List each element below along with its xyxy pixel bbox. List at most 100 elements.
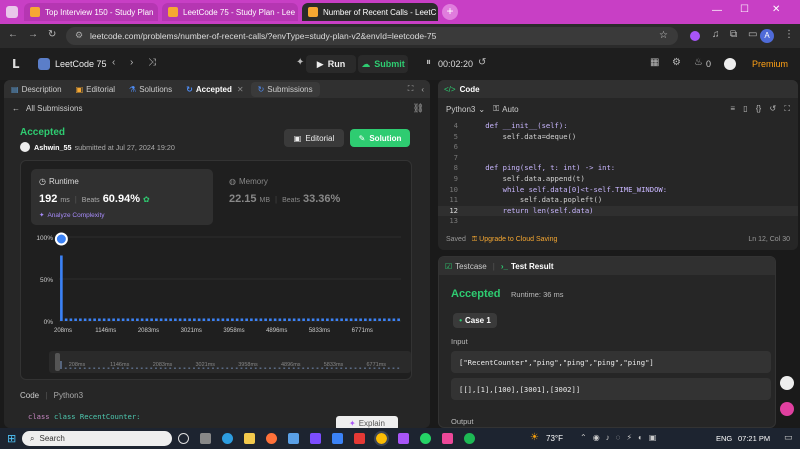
windows-start-icon[interactable]: ⊞ [7,432,16,445]
chart-bar[interactable] [397,318,400,321]
chart-bar[interactable] [136,318,139,321]
chart-bar[interactable] [202,318,206,321]
chart-bar[interactable] [155,318,158,321]
chart-bar[interactable] [117,318,120,321]
extension-icon[interactable] [690,31,700,41]
chart-bar[interactable] [193,318,196,321]
editorial-button[interactable]: ▣ Editorial [284,129,344,147]
expand-icon[interactable]: ⛶ [408,84,414,94]
note-icon[interactable]: ≡ [730,104,735,113]
chrome-icon[interactable] [374,431,389,446]
chart-bar[interactable] [387,318,391,321]
chart-bar[interactable] [112,318,115,321]
chart-bar[interactable] [264,318,267,321]
chart-bar[interactable] [273,318,277,321]
tab-editorial[interactable]: ▣ Editorial [69,80,122,98]
url-field[interactable]: ⚙ leetcode.com/problems/number-of-recent… [66,27,678,45]
code-line[interactable]: 9 self.data.append(t) [438,174,798,185]
all-submissions-link[interactable]: ← All Submissions [12,104,82,113]
chart-bar[interactable] [240,318,244,321]
chart-range-slider[interactable] [49,351,411,373]
layout-icon[interactable]: ▦ [650,57,659,68]
input-language[interactable]: ENG [716,434,732,443]
chart-bar[interactable] [278,318,282,321]
chart-bar[interactable] [60,255,63,321]
app-icon-3[interactable] [398,433,409,444]
notification-icon[interactable]: ▭ [784,432,793,443]
chart-bar[interactable] [340,318,343,321]
chart-bar[interactable] [150,318,153,321]
chart-bar[interactable] [235,318,239,321]
chart-bar[interactable] [126,318,130,321]
code-line[interactable]: 6 [438,142,798,153]
chart-bar[interactable] [245,318,248,321]
chart-bar[interactable] [145,318,149,321]
code-line[interactable]: 11 self.data.popleft() [438,195,798,206]
edge-icon[interactable] [222,433,233,444]
runtime-distribution-chart[interactable]: 100%50%0%208ms 1146ms 2083ms 3021ms 3958ms 48… [21,231,413,379]
memory-card[interactable]: ◍ Memory 22.15 MB | Beats 33.36% [221,169,403,225]
run-button[interactable]: ▶ Run [306,55,356,73]
back-arrow-icon[interactable]: ← [8,29,18,40]
browser-menu-icon[interactable] [6,6,18,18]
code-line[interactable]: 13 [438,216,798,227]
analyze-complexity-link[interactable]: ✦ Analyze Complexity [39,211,105,219]
mail-icon[interactable] [332,433,343,444]
chart-bar[interactable] [335,318,339,321]
chart-bar[interactable] [83,318,87,321]
input-value-2[interactable]: [[],[1],[100],[3001],[3002]] [451,378,771,400]
streak-fire-icon[interactable]: ♨ [694,57,703,68]
chart-range-handle[interactable] [55,353,60,371]
chart-bar[interactable] [197,318,201,321]
close-icon[interactable]: ✕ [436,8,438,17]
code-line[interactable]: 4 def __init__(self): [438,121,798,132]
taskbar-search[interactable]: ⌕ Search [22,431,172,446]
next-problem-icon[interactable]: › [130,57,133,68]
chart-current-marker[interactable] [54,232,68,246]
timer-reset-icon[interactable]: ↺ [478,57,486,68]
copy-link-icon[interactable]: ⛓ [413,103,424,114]
sidebar-icon[interactable]: ▭ [748,29,757,40]
explorer-icon[interactable] [244,433,255,444]
chart-bar[interactable] [231,318,234,321]
chart-bar[interactable] [383,318,386,321]
chart-bar[interactable] [188,318,191,321]
case-1-tab[interactable]: • Case 1 [453,313,497,328]
chart-bar[interactable] [164,318,168,321]
timer-value[interactable]: 00:02:20 [438,59,473,69]
chart-bar[interactable] [64,318,68,321]
tab-submissions[interactable]: ↻ Submissions [250,81,320,97]
spotify-icon[interactable] [464,433,475,444]
chart-bar[interactable] [107,318,111,321]
chart-bar[interactable] [316,318,320,321]
chart-bar[interactable] [131,318,134,321]
whatsapp-icon[interactable] [420,433,431,444]
side-extension-icon-1[interactable] [780,376,794,390]
collapse-icon[interactable]: ‹ [421,85,424,94]
chart-bar[interactable] [368,318,372,321]
profile-avatar[interactable]: A [760,29,774,43]
chart-bar[interactable] [88,318,92,321]
site-info-icon[interactable]: ⚙ [75,30,83,41]
chart-bar[interactable] [212,318,215,321]
premium-link[interactable]: Premium [752,59,788,69]
chart-bar[interactable] [140,318,144,321]
runtime-card[interactable]: ◷ Runtime 192 ms | Beats 60.94% ✿ ✦ Analyz… [31,169,213,225]
chart-bar[interactable] [373,318,377,321]
chart-bar[interactable] [297,318,301,321]
chart-bar[interactable] [354,318,358,321]
submit-button[interactable]: ☁ Submit [358,55,408,73]
timer-pause-icon[interactable]: ⏸ [426,57,431,68]
study-plan-title[interactable]: LeetCode 75 [55,59,107,69]
chart-bar[interactable] [326,318,329,321]
chart-bar[interactable] [250,318,253,321]
side-extension-icon-2[interactable] [780,402,794,416]
code-line[interactable]: 7 [438,153,798,164]
chart-bar[interactable] [98,318,101,321]
tab-solutions[interactable]: ⚗ Solutions [122,80,179,98]
bookmark-icon[interactable]: ▯ [743,104,747,113]
debug-icon[interactable]: ✦ [296,57,304,68]
window-close-icon[interactable]: ✕ [772,4,780,15]
minimize-icon[interactable]: — [712,5,722,16]
chart-bar[interactable] [226,318,229,321]
